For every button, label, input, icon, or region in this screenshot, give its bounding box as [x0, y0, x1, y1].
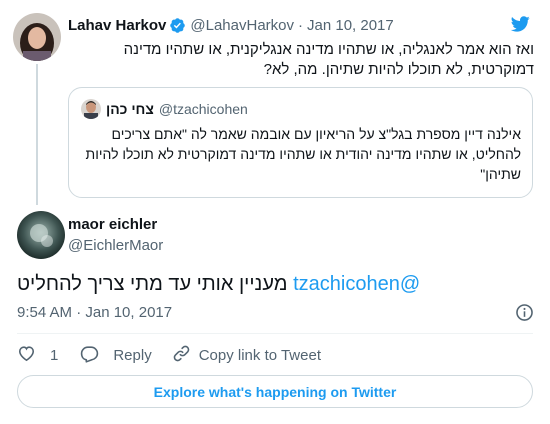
parent-avatar[interactable]: [13, 13, 61, 61]
copy-link-button[interactable]: Copy link to Tweet: [172, 344, 321, 367]
like-count: 1: [50, 346, 59, 364]
main-author-handle[interactable]: @EichlerMaor: [68, 237, 163, 254]
parent-author-name[interactable]: Lahav Harkov: [68, 17, 166, 34]
parent-author-handle[interactable]: @LahavHarkov: [190, 17, 294, 34]
parent-tweet-text: ואז הוא אמר לאנגליה, או שתהיו מדינה אנגל…: [123, 41, 534, 78]
mention-link[interactable]: @tzachicohen: [293, 273, 420, 295]
copy-link-label: Copy link to Tweet: [198, 346, 321, 364]
reply-label: Reply: [113, 346, 152, 364]
parent-header: Lahav Harkov @LahavHarkov · Jan 10, 2017: [68, 13, 394, 37]
main-tweet-body: מעניין אותי עד מתי צריך להחליט: [17, 273, 288, 295]
like-button[interactable]: 1: [17, 344, 58, 367]
divider: [17, 333, 533, 334]
quoted-tweet[interactable]: צחי כהן @tzachicohen אילנה דיין מספרת בג…: [68, 87, 533, 198]
main-tweet-text: @tzachicohen מעניין אותי עד מתי צריך להח…: [17, 270, 533, 298]
link-icon: [172, 344, 191, 367]
tweet-timestamp[interactable]: 9:54 AM · Jan 10, 2017: [17, 304, 172, 321]
reply-button[interactable]: Reply: [80, 344, 152, 367]
quoted-author-name: צחי כהן: [106, 101, 154, 117]
quoted-tweet-header: צחי כהן @tzachicohen: [81, 98, 248, 120]
info-icon[interactable]: [515, 303, 534, 322]
quoted-tweet-text: אילנה דיין מספרת בגל"צ על הריאיון עם אוב…: [85, 126, 521, 182]
twitter-bird-icon[interactable]: [508, 14, 532, 34]
parent-date-link[interactable]: Jan 10, 2017: [307, 17, 394, 34]
main-avatar[interactable]: [17, 211, 65, 259]
action-bar: 1 Reply Copy link to Tweet: [17, 344, 321, 366]
main-author-name[interactable]: maor eichler: [68, 216, 157, 233]
verified-badge-icon: [169, 17, 186, 34]
thread-connector: [36, 64, 38, 205]
separator-dot: ·: [298, 16, 303, 34]
quoted-avatar: [81, 99, 101, 119]
reply-icon: [80, 344, 99, 367]
heart-icon: [17, 344, 36, 367]
tweet-embed-card: Lahav Harkov @LahavHarkov · Jan 10, 2017…: [0, 0, 550, 424]
quoted-author-handle: @tzachicohen: [158, 101, 248, 117]
explore-button[interactable]: Explore what's happening on Twitter: [17, 375, 533, 408]
